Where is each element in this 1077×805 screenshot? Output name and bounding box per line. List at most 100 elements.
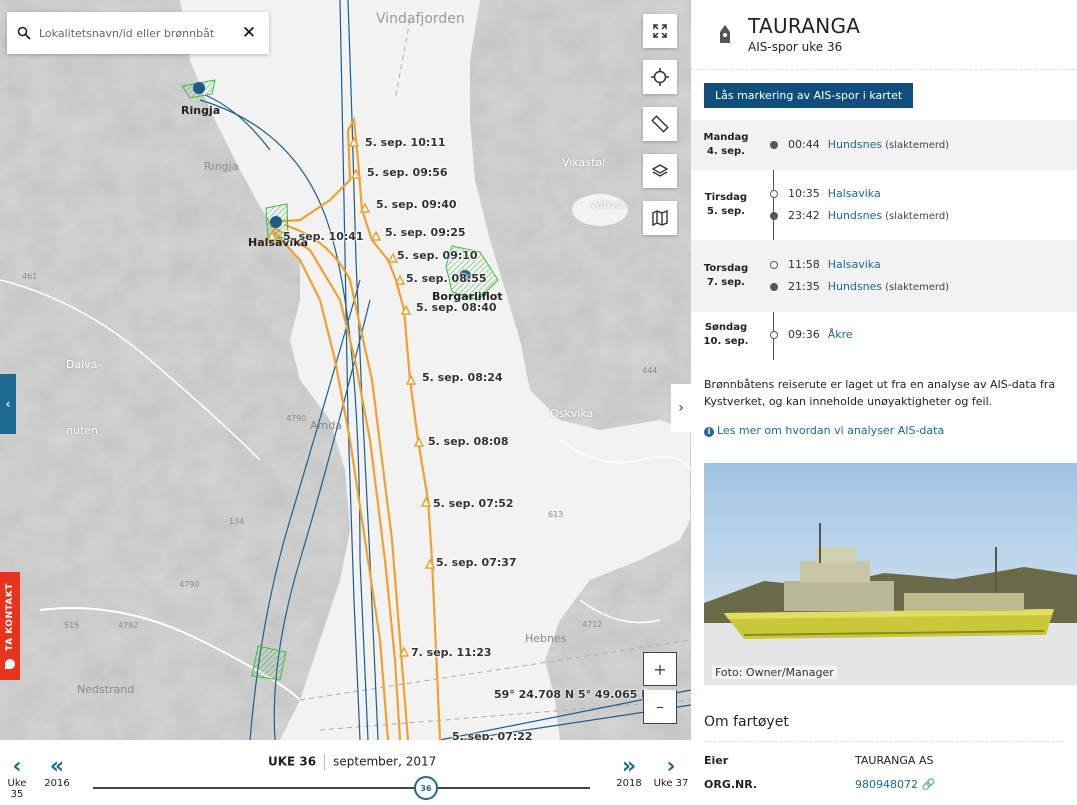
owner-label: Eier: [704, 754, 729, 767]
road-number: 444: [642, 366, 658, 375]
timeline-day: Mandag 4. sep. 00:44 Hundsnes (slaktemerd): [691, 120, 1077, 170]
track-time-label: 7. sep. 11:23: [411, 646, 492, 659]
place-label: Nedstrand: [77, 683, 135, 696]
next-week-button[interactable]: › Uke 37: [651, 754, 691, 790]
road-number: 4790: [179, 580, 200, 589]
fullscreen-icon: [653, 24, 667, 38]
entry-time: 00:44: [788, 138, 820, 151]
org-number-value: 980948072: [855, 778, 918, 791]
track-time-label: 5. sep. 08:08: [428, 435, 509, 448]
track-time-label: 5. sep. 08:40: [416, 301, 497, 314]
road-number: 4792: [118, 621, 139, 630]
site-marker[interactable]: [270, 216, 282, 228]
vessel-panel: TAURANGA AIS-spor uke 36 Lås markering a…: [691, 0, 1077, 805]
search-box: ✕: [7, 12, 269, 54]
entry-location-link[interactable]: Hundsnes: [828, 280, 882, 293]
fullscreen-button[interactable]: [643, 14, 677, 48]
lock-ais-track-button[interactable]: Lås markering av AIS-spor i kartet: [704, 83, 914, 108]
entry-location-link[interactable]: Hundsnes: [828, 209, 882, 222]
timeline-entry: 21:35 Hundsnes (slaktemerd): [788, 280, 949, 293]
crosshair-icon: [651, 68, 669, 86]
next-year-button[interactable]: » 2018: [614, 754, 644, 790]
week-month: september, 2017: [333, 754, 437, 769]
org-number-label: ORG.NR.: [704, 778, 758, 791]
previous-year-button[interactable]: « 2016: [42, 756, 72, 790]
week-slider-track[interactable]: [93, 787, 590, 789]
vessel-photo-image: [704, 463, 1077, 685]
previous-week-label: Uke 35: [7, 778, 27, 800]
timeline-dot: [770, 212, 778, 220]
entry-kind: (slaktemerd): [885, 282, 950, 293]
road-number: 134: [229, 517, 245, 526]
map[interactable]: Vindafjorden Ringja Ringja Vikastøl vatn…: [0, 0, 691, 805]
track-time-label: 5. sep. 09:40: [376, 198, 457, 211]
week-slider-knob[interactable]: 36: [413, 776, 438, 800]
day-date: 4. sep.: [707, 146, 745, 157]
timeline-entry: 00:44 Hundsnes (slaktemerd): [788, 138, 949, 151]
entry-location-link[interactable]: Halsavika: [828, 187, 881, 200]
track-time-label: 5. sep. 07:37: [436, 556, 517, 569]
map-legend-button[interactable]: [643, 201, 677, 235]
ruler-icon: [651, 115, 669, 133]
divider: [704, 741, 1064, 742]
owner-value: TAURANGA AS: [855, 754, 934, 767]
timeline-entry: 10:35 Halsavika: [788, 187, 881, 200]
zoom-in-button[interactable]: +: [643, 652, 677, 686]
contact-tab[interactable]: TA KONTAKT: [0, 572, 20, 680]
week-navigation: ‹ Uke 35 « 2016 UKE 36 september, 2017 36…: [0, 740, 691, 805]
collapse-panel-button[interactable]: ›: [671, 384, 691, 432]
chevron-right-icon: ›: [666, 754, 676, 779]
timeline-day-label: Tirsdag 5. sep.: [691, 191, 761, 219]
layers-button[interactable]: [643, 154, 677, 188]
measure-button[interactable]: [643, 107, 677, 141]
chat-icon: [5, 658, 15, 669]
read-more-link[interactable]: i Les mer om hvordan vi analyser AIS-data: [704, 424, 944, 437]
collapse-left-button[interactable]: ‹: [0, 374, 16, 434]
track-time-label: 5. sep. 08:55: [406, 272, 487, 285]
double-chevron-right-icon: »: [621, 754, 637, 779]
track-time-label: 5. sep. 09:25: [385, 226, 466, 239]
entry-location-link[interactable]: Halsavika: [828, 258, 881, 271]
timeline-day-label: Mandag 4. sep.: [691, 131, 761, 159]
week-title: UKE 36 september, 2017: [268, 754, 436, 770]
entry-kind: (slaktemerd): [885, 211, 950, 222]
vessel-name: TAURANGA: [748, 14, 861, 38]
road-number: 515: [64, 621, 80, 630]
timeline-day: Tirsdag 5. sep. 10:35 Halsavika 23:42 Hundsne…: [691, 170, 1077, 240]
vessel-subtitle: AIS-spor uke 36: [748, 40, 843, 54]
entry-location-link[interactable]: Hundsnes: [828, 138, 882, 151]
place-label: Ringja: [204, 160, 239, 173]
place-label: Dalva-: [66, 358, 102, 371]
chevron-left-icon: ‹: [12, 754, 22, 779]
place-label: Ringja: [181, 104, 221, 117]
entry-location-link[interactable]: Åkre: [828, 328, 853, 341]
place-label: Amda: [310, 419, 342, 432]
next-week-label: Uke 37: [653, 778, 689, 789]
boat-icon: [720, 25, 730, 43]
track-time-label: 5. sep. 10:11: [365, 136, 446, 149]
site-marker[interactable]: [193, 82, 205, 94]
track-time-label: 5. sep. 08:24: [422, 371, 503, 384]
search-input[interactable]: [39, 26, 239, 40]
clear-search-button[interactable]: ✕: [239, 23, 259, 43]
info-icon: i: [704, 427, 714, 437]
road-number: 613: [548, 510, 564, 519]
timeline-dot: [770, 141, 778, 149]
previous-week-button[interactable]: ‹ Uke 35: [0, 754, 34, 801]
org-number-link[interactable]: 980948072 🔗: [855, 778, 935, 791]
entry-time: 23:42: [788, 209, 820, 222]
read-more-label: Les mer om hvordan vi analyser AIS-data: [717, 424, 945, 437]
zoom-out-button[interactable]: –: [643, 690, 677, 724]
contact-label: TA KONTAKT: [5, 583, 15, 651]
place-label: Oskvika: [550, 407, 594, 420]
timeline-day: Søndag 10. sep. 09:36 Åkre: [691, 312, 1077, 358]
day-date: 7. sep.: [707, 277, 745, 288]
road-number: 4712: [582, 620, 603, 629]
timeline-entry: 11:58 Halsavika: [788, 258, 881, 271]
timeline-day-label: Torsdag 7. sep.: [691, 262, 761, 290]
track-time-label: 5. sep. 09:10: [397, 249, 478, 262]
chevron-right-icon: ›: [678, 400, 684, 416]
locate-button[interactable]: [643, 60, 677, 94]
day-name: Søndag: [704, 322, 748, 333]
day-name: Tirsdag: [704, 192, 748, 203]
